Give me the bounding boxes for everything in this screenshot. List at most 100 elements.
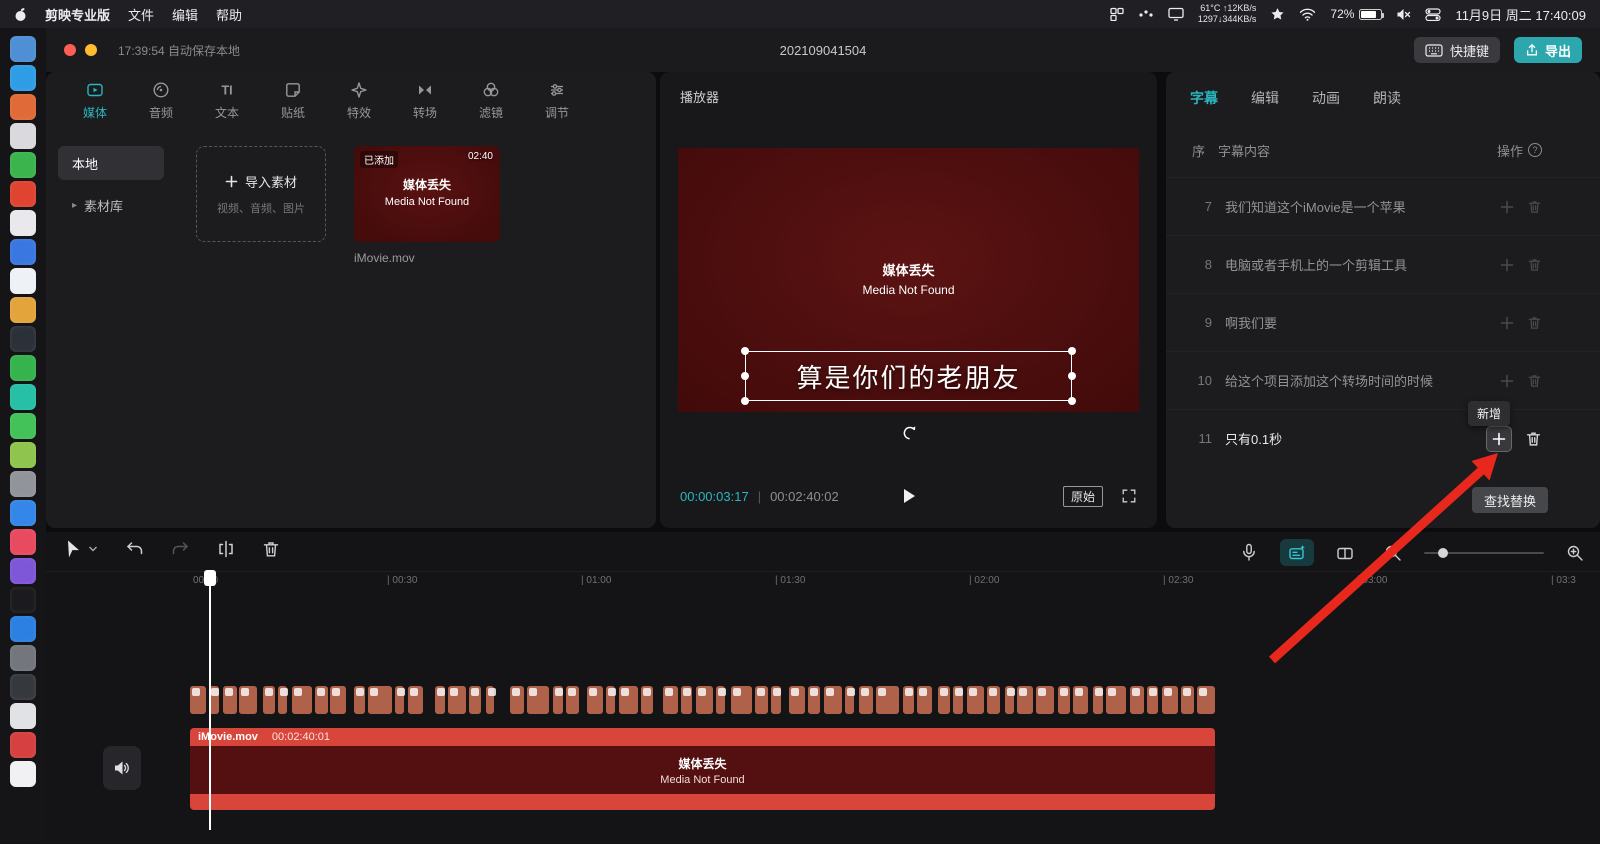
sidebar-item-local[interactable]: 本地 xyxy=(58,146,164,180)
undo-button[interactable] xyxy=(125,540,144,558)
dock-app-icon[interactable] xyxy=(10,674,36,700)
add-subtitle-button[interactable] xyxy=(1500,374,1514,388)
dock-app-icon[interactable] xyxy=(10,616,36,642)
menu-app-name[interactable]: 剪映专业版 xyxy=(45,5,110,24)
subtitle-clip[interactable] xyxy=(681,686,692,714)
dock-app-icon[interactable] xyxy=(10,152,36,178)
subtitle-row[interactable]: 10 给这个项目添加这个转场时间的时候 xyxy=(1166,351,1600,409)
dock-app-icon[interactable] xyxy=(10,413,36,439)
dock-app-icon[interactable] xyxy=(10,587,36,613)
battery-indicator[interactable]: 72% xyxy=(1330,7,1385,21)
subtitle-row[interactable]: 9 啊我们要 xyxy=(1166,293,1600,351)
smart-captions-button-active[interactable] xyxy=(1280,539,1314,566)
subtitle-clip[interactable] xyxy=(808,686,820,714)
subtitle-clip[interactable] xyxy=(987,686,1000,714)
tab-media[interactable]: 媒体 xyxy=(62,72,128,130)
dock-app-icon[interactable] xyxy=(10,761,36,787)
redo-button[interactable] xyxy=(171,540,190,558)
wifi-icon[interactable] xyxy=(1299,8,1316,21)
dock-app-icon[interactable] xyxy=(10,500,36,526)
subtitle-clip[interactable] xyxy=(408,686,423,714)
zoom-slider-handle[interactable] xyxy=(1438,547,1448,558)
fullscreen-icon[interactable] xyxy=(1121,488,1137,504)
delete-subtitle-button[interactable] xyxy=(1527,315,1542,330)
subtitle-clip[interactable] xyxy=(1058,686,1070,714)
subtitle-clip[interactable] xyxy=(903,686,914,714)
subtitle-clip[interactable] xyxy=(587,686,603,714)
subtitle-clip[interactable] xyxy=(731,686,752,714)
window-tiles-icon[interactable] xyxy=(1110,7,1124,21)
dock-app-icon[interactable] xyxy=(10,529,36,555)
subtitle-clip[interactable] xyxy=(510,686,524,714)
resize-handle[interactable] xyxy=(1068,347,1076,355)
tab-edit[interactable]: 编辑 xyxy=(1251,88,1279,108)
subtitle-row[interactable]: 8 电脑或者手机上的一个剪辑工具 xyxy=(1166,235,1600,293)
subtitle-clip[interactable] xyxy=(953,686,963,714)
timeline-zoom-slider[interactable] xyxy=(1424,547,1544,558)
record-voiceover-button[interactable] xyxy=(1240,543,1258,562)
resize-handle[interactable] xyxy=(741,372,749,380)
status-dots-icon[interactable] xyxy=(1138,8,1154,20)
play-button[interactable] xyxy=(901,487,917,505)
subtitle-clip[interactable] xyxy=(967,686,984,714)
rotate-handle-icon[interactable] xyxy=(900,424,918,442)
subtitle-clip[interactable] xyxy=(1197,686,1215,714)
delete-subtitle-button[interactable] xyxy=(1527,199,1542,214)
resize-handle[interactable] xyxy=(1068,397,1076,405)
subtitle-clip[interactable] xyxy=(917,686,932,714)
subtitle-clip[interactable] xyxy=(1147,686,1158,714)
track-audio-toggle[interactable] xyxy=(103,746,141,790)
shortcuts-button[interactable]: 快捷键 xyxy=(1413,37,1500,63)
subtitle-clip[interactable] xyxy=(448,686,466,714)
subtitle-clip[interactable] xyxy=(330,686,346,714)
menu-edit[interactable]: 编辑 xyxy=(172,5,198,24)
subtitle-clip[interactable] xyxy=(876,686,899,714)
subtitle-clip[interactable] xyxy=(263,686,275,714)
subtitle-clip[interactable] xyxy=(223,686,237,714)
subtitle-clip[interactable] xyxy=(527,686,549,714)
subtitle-clip[interactable] xyxy=(716,686,726,714)
subtitle-clip[interactable] xyxy=(845,686,855,714)
media-clip-card[interactable]: 已添加 02:40 媒体丢失 Media Not Found iMovie.mo… xyxy=(354,146,500,265)
subtitle-clip[interactable] xyxy=(315,686,328,714)
delete-subtitle-button[interactable] xyxy=(1525,430,1542,447)
subtitle-clip[interactable] xyxy=(619,686,638,714)
minimize-window-button[interactable] xyxy=(85,44,97,56)
subtitle-clip[interactable] xyxy=(354,686,365,714)
preview-axis-button[interactable] xyxy=(1336,544,1354,562)
find-replace-button[interactable]: 查找替换 xyxy=(1471,487,1548,513)
zoom-in-button[interactable] xyxy=(1566,544,1584,562)
subtitle-clip[interactable] xyxy=(239,686,257,714)
dock-app-icon[interactable] xyxy=(10,123,36,149)
subtitle-clip[interactable] xyxy=(859,686,873,714)
delete-clip-button[interactable] xyxy=(262,540,280,558)
subtitle-clip[interactable] xyxy=(641,686,653,714)
close-window-button[interactable] xyxy=(64,44,76,56)
export-button[interactable]: 导出 xyxy=(1513,37,1582,63)
resize-handle[interactable] xyxy=(741,397,749,405)
dock-app-icon[interactable] xyxy=(10,645,36,671)
subtitle-clip[interactable] xyxy=(1181,686,1194,714)
tab-transitions[interactable]: 转场 xyxy=(392,72,458,130)
tab-text[interactable]: TI 文本 xyxy=(194,72,260,130)
subtitle-clip[interactable] xyxy=(1073,686,1088,714)
apple-menu-icon[interactable] xyxy=(14,7,27,22)
media-clip-thumbnail[interactable]: 已添加 02:40 媒体丢失 Media Not Found xyxy=(354,146,500,242)
subtitle-row[interactable]: 7 我们知道这个iMovie是一个苹果 xyxy=(1166,177,1600,235)
dock-app-icon[interactable] xyxy=(10,703,36,729)
dock-app-icon[interactable] xyxy=(10,384,36,410)
add-subtitle-button[interactable] xyxy=(1486,425,1512,452)
sidebar-item-library[interactable]: 素材库 xyxy=(58,188,164,222)
subtitle-clip[interactable] xyxy=(663,686,678,714)
video-track-clip[interactable]: iMovie.mov 00:02:40:01 媒体丢失 Media Not Fo… xyxy=(190,728,1215,810)
delete-subtitle-button[interactable] xyxy=(1527,373,1542,388)
subtitle-clip[interactable] xyxy=(395,686,405,714)
dock-app-icon[interactable] xyxy=(10,471,36,497)
delete-subtitle-button[interactable] xyxy=(1527,257,1542,272)
subtitle-clip[interactable] xyxy=(606,686,616,714)
menu-help[interactable]: 帮助 xyxy=(216,5,242,24)
dock-app-icon[interactable] xyxy=(10,94,36,120)
tab-audio[interactable]: 音频 xyxy=(128,72,194,130)
tab-read-aloud[interactable]: 朗读 xyxy=(1373,88,1401,108)
subtitle-clip[interactable] xyxy=(435,686,445,714)
